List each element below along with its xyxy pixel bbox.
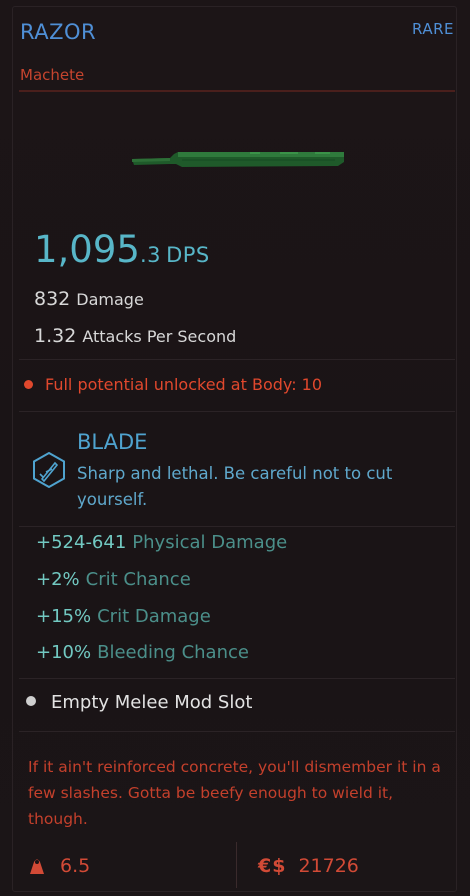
bonus-value: +15% (36, 606, 92, 627)
divider (19, 731, 455, 732)
blade-icon (33, 452, 65, 488)
requirement-warning: Full potential unlocked at Body: 10 (24, 375, 322, 394)
divider (19, 526, 455, 527)
bonus-value: +524-641 (36, 532, 127, 553)
bonus-crit-damage: +15% Crit Damage (36, 606, 211, 627)
price-value: 21726 (298, 855, 359, 877)
weight-icon (30, 859, 44, 874)
warning-dot-icon (24, 380, 33, 389)
bonus-label: Crit Chance (85, 569, 191, 590)
dps-unit: DPS (166, 243, 210, 267)
divider (19, 411, 455, 412)
footer-divider (236, 842, 237, 888)
bonus-physical-damage: +524-641 Physical Damage (36, 532, 287, 553)
bonus-value: +2% (36, 569, 80, 590)
divider (19, 678, 455, 679)
stat-label: Attacks Per Second (82, 327, 237, 346)
stat-damage: 832 Damage (34, 288, 144, 310)
stat-label: Damage (76, 290, 144, 309)
item-rarity: RARE (412, 20, 454, 38)
dps-whole: 1,095 (34, 228, 140, 271)
dps-readout: 1,095.3 DPS (34, 228, 210, 271)
item-type: Machete (20, 66, 85, 84)
weight-value: 6.5 (60, 855, 91, 877)
empty-slot-icon (26, 696, 36, 706)
stat-value: 832 (34, 288, 71, 310)
mod-slot-label: Empty Melee Mod Slot (51, 692, 253, 713)
header-divider (19, 90, 455, 92)
dps-decimal: .3 (139, 243, 161, 267)
mod-slot[interactable]: Empty Melee Mod Slot (26, 692, 252, 713)
stat-attack-speed: 1.32 Attacks Per Second (34, 325, 236, 347)
bonus-label: Crit Damage (97, 606, 211, 627)
bonus-label: Bleeding Chance (97, 642, 249, 663)
item-name: RAZOR (20, 20, 97, 44)
price-readout: €$ 21726 (258, 855, 359, 877)
weight-readout: 6.5 (28, 855, 90, 877)
lore-text: If it ain't reinforced concrete, you'll … (28, 758, 441, 828)
eurodollar-icon: €$ (258, 855, 287, 877)
bonus-label: Physical Damage (132, 532, 288, 553)
stat-value: 1.32 (34, 325, 77, 347)
divider (19, 359, 455, 360)
bonus-bleeding-chance: +10% Bleeding Chance (36, 642, 249, 663)
item-tooltip: RAZOR RARE Machete 1,095.3 DPS 832 Damage… (0, 0, 470, 896)
mod-title: BLADE (77, 430, 148, 454)
requirement-text: Full potential unlocked at Body: 10 (45, 375, 323, 394)
bonus-value: +10% (36, 642, 92, 663)
bonus-crit-chance: +2% Crit Chance (36, 569, 191, 590)
mod-description: Sharp and lethal. Be careful not to cut … (77, 464, 393, 509)
machete-image (132, 152, 344, 167)
